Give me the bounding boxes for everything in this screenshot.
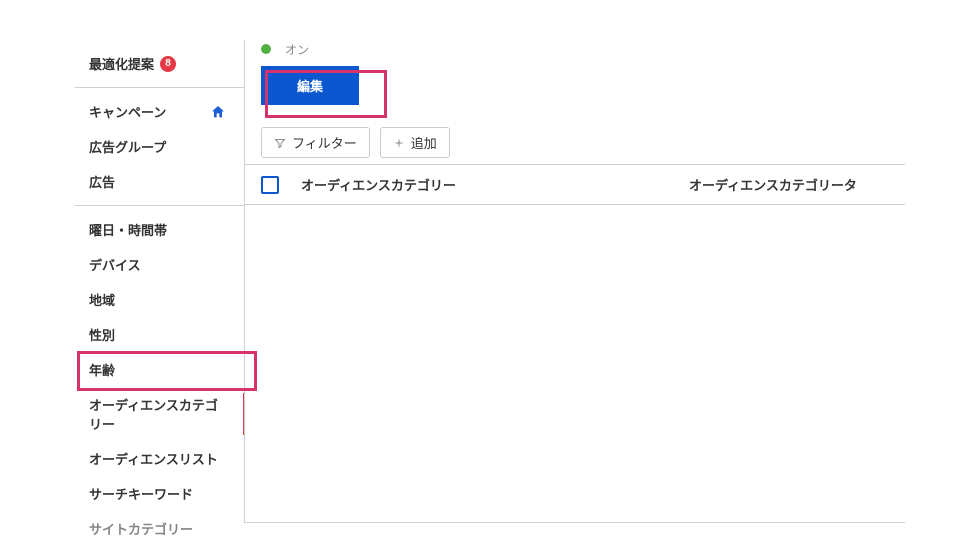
add-label: 追加 xyxy=(411,133,437,152)
column-header-category-type[interactable]: オーディエンスカテゴリータ xyxy=(689,175,889,194)
sidebar-item-optimization[interactable]: 最適化提案 8 xyxy=(75,46,244,81)
sidebar-item-label: 地域 xyxy=(89,290,115,309)
active-indicator xyxy=(243,393,244,435)
sidebar-item-label: 曜日・時間帯 xyxy=(89,220,167,239)
sidebar-item-region[interactable]: 地域 xyxy=(75,282,244,317)
sidebar-item-label: 年齢 xyxy=(89,360,115,379)
sidebar-item-label: 広告 xyxy=(89,172,115,191)
status-text: オン xyxy=(285,41,309,57)
table-header: オーディエンスカテゴリー オーディエンスカテゴリータ xyxy=(245,164,905,205)
sidebar-item-audience-category[interactable]: オーディエンスカテゴリー xyxy=(75,387,244,441)
edit-button[interactable]: 編集 xyxy=(261,66,359,105)
sidebar-item-label: オーディエンスリスト xyxy=(89,449,218,468)
home-icon xyxy=(210,104,226,120)
sidebar-item-daytime[interactable]: 曜日・時間帯 xyxy=(75,212,244,247)
filter-icon xyxy=(274,137,286,149)
top-status-bar: オン xyxy=(245,40,905,56)
filter-label: フィルター xyxy=(292,133,357,152)
sidebar-item-label: オーディエンスカテゴリー xyxy=(89,395,230,433)
table-body xyxy=(245,205,905,523)
sidebar-item-label: キャンペーン xyxy=(89,102,166,121)
sidebar: 最適化提案 8 キャンペーン 広告グループ 広告 曜日・時間帯 デバイス xyxy=(75,40,245,523)
main-content: オン 編集 フィルター 追加 オーディエンスカテゴリー オーディエンスカテゴリー… xyxy=(245,40,905,523)
select-all-checkbox[interactable] xyxy=(261,176,279,194)
sidebar-item-label: 性別 xyxy=(89,325,115,344)
column-header-category[interactable]: オーディエンスカテゴリー xyxy=(301,175,689,194)
sidebar-item-ads[interactable]: 広告 xyxy=(75,164,244,199)
sidebar-item-age[interactable]: 年齢 xyxy=(75,352,244,387)
sidebar-item-label: 最適化提案 xyxy=(89,54,154,73)
sidebar-item-gender[interactable]: 性別 xyxy=(75,317,244,352)
sidebar-item-site-category[interactable]: サイトカテゴリー xyxy=(75,511,244,546)
sidebar-item-label: サイトカテゴリー xyxy=(89,519,193,538)
sidebar-item-label: デバイス xyxy=(89,255,141,274)
sidebar-item-adgroup[interactable]: 広告グループ xyxy=(75,129,244,164)
sidebar-item-audience-list[interactable]: オーディエンスリスト xyxy=(75,441,244,476)
add-button[interactable]: 追加 xyxy=(380,127,450,158)
sidebar-item-label: サーチキーワード xyxy=(89,484,193,503)
sidebar-item-label: 広告グループ xyxy=(89,137,166,156)
sidebar-item-campaign[interactable]: キャンペーン xyxy=(75,94,244,129)
status-dot-icon xyxy=(261,44,271,54)
notification-badge: 8 xyxy=(160,56,176,72)
sidebar-item-device[interactable]: デバイス xyxy=(75,247,244,282)
sidebar-item-search-keyword[interactable]: サーチキーワード xyxy=(75,476,244,511)
filter-button[interactable]: フィルター xyxy=(261,127,370,158)
plus-icon xyxy=(393,137,405,149)
